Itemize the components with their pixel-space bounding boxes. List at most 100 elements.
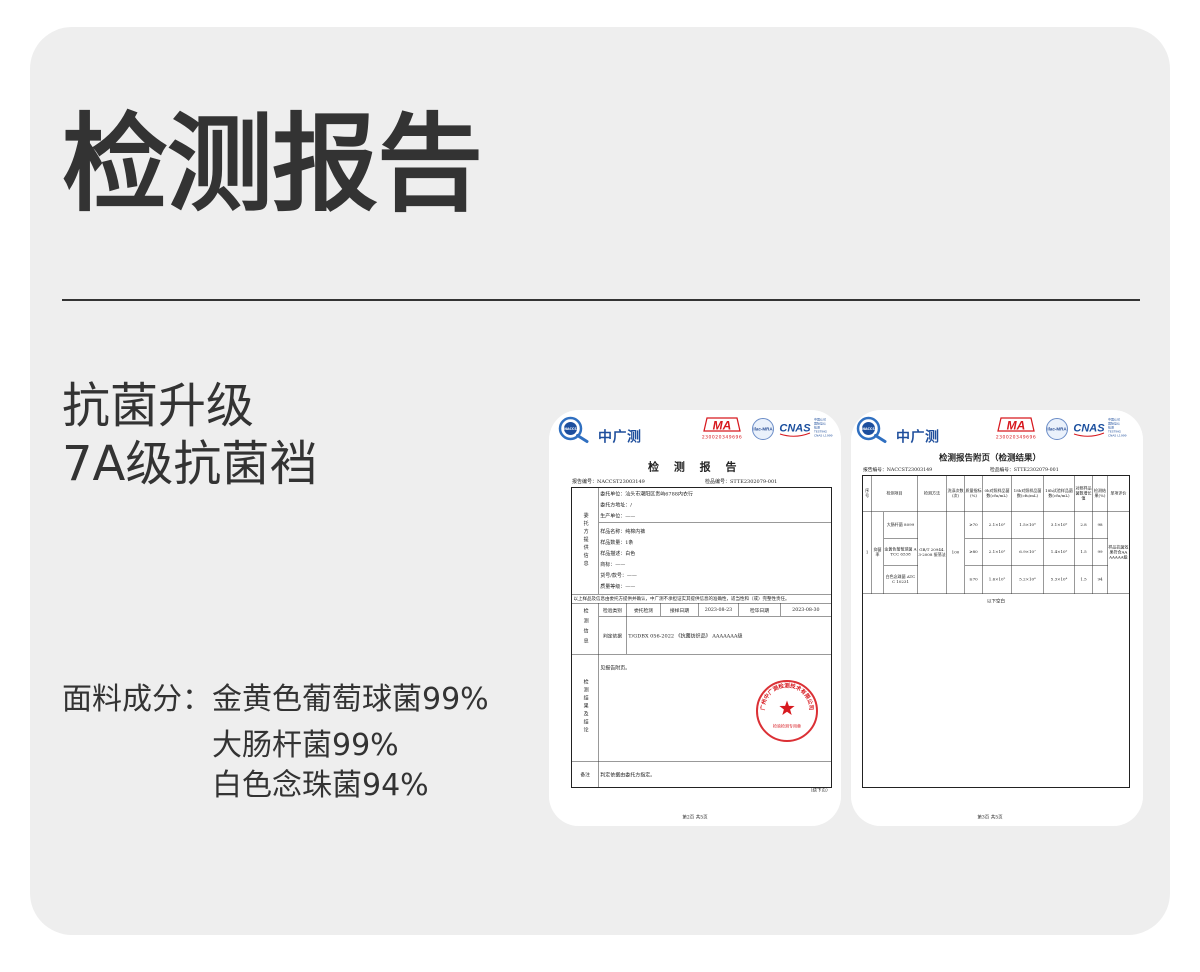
- sample-field: 样品描述：白色: [600, 551, 636, 557]
- test-field: 2023-08-30: [780, 603, 832, 617]
- ma-certification-icon: MA: [997, 417, 1035, 433]
- organism-cell: 白色念珠菌 ATCC 10231: [883, 565, 918, 594]
- report-title: 检 测 报 告: [648, 460, 742, 474]
- table-row: 金黄色葡萄球菌 ATCC 6538 ≥80 2.1×10⁵ 6.9×10⁷ 1.…: [863, 538, 1130, 566]
- evaluation-cell: 样品抗菌效果符合AAAAAAA级: [1107, 511, 1130, 594]
- control-0h-cell: 2.1×10⁵: [982, 511, 1012, 539]
- headline-line-2: 7A级抗菌裆: [62, 436, 318, 492]
- composition-item: 白色念珠菌94%: [212, 768, 429, 803]
- control-18h-cell: 6.9×10⁷: [1011, 538, 1044, 566]
- sample-field: 样品数量：1条: [600, 540, 634, 546]
- serial-cell: 1: [862, 511, 872, 594]
- sample-18h-cell: 5.3×10⁴: [1043, 565, 1075, 594]
- column-header: 18h对照样品菌数(cfu/mL): [1011, 475, 1044, 512]
- result-cell: 94: [1092, 565, 1108, 594]
- client-field: 委托单位：汕头市潮阳区贵屿6788内衣行: [600, 491, 693, 498]
- blank-note: 以下空白: [862, 593, 1130, 788]
- standard-cell: ≥70: [964, 511, 983, 539]
- sample-number: 检品编号：STTE2302079-001: [705, 479, 778, 485]
- basis-value: T/GDBX 056-2022 《抗菌纺织品》 AAAAAAA级: [626, 616, 832, 655]
- svg-text:ilac-MRA: ilac-MRA: [1047, 427, 1067, 432]
- control-0h-cell: 1.6×10⁵: [982, 565, 1012, 594]
- results-table: 序号 检测项目 检测方法 洗涤次数(次) 质量指标(%) 0h对照样品菌数(cf…: [862, 475, 1130, 788]
- standard-cell: ≥80: [964, 538, 983, 566]
- growth-cell: 1.5: [1074, 538, 1093, 566]
- column-header: 洗涤次数(次): [946, 475, 965, 512]
- cnas-caption: 中国认可 国际互认 检测 TESTING CNAS L1999: [814, 418, 833, 438]
- table-row: 1 抑菌率 大肠杆菌 8099 GB/T 20944.3-2008 振荡法 10…: [862, 511, 1130, 594]
- svg-text:NACCS: NACCS: [862, 427, 875, 431]
- sample-field: 商标：——: [600, 562, 626, 568]
- sample-18h-cell: 3.1×10⁶: [1043, 511, 1075, 539]
- sample-field: 质量等级：——: [600, 584, 636, 590]
- report-number: 报告编号：NACCST23003149: [863, 467, 933, 473]
- ma-number: 230020349696: [995, 435, 1037, 440]
- basis-label: 判定依据: [598, 616, 627, 655]
- composition-label: 面料成分：: [62, 682, 212, 717]
- ilac-mra-icon: ilac-MRA: [1046, 418, 1068, 440]
- title-divider: [62, 299, 1140, 301]
- svg-text:MA: MA: [713, 419, 732, 433]
- disclaimer-note: 以上样品及信息由委托方提供并确认，中广测不承担证实其提供信息的准确性，适当性和（…: [571, 594, 832, 604]
- svg-text:检验检测专用章: 检验检测专用章: [773, 723, 801, 729]
- table-header-row: 序号 检测项目 检测方法 洗涤次数(次) 质量指标(%) 0h对照样品菌数(cf…: [862, 475, 1130, 512]
- test-info-label: 检测信息: [571, 603, 599, 655]
- column-header: 0h对照样品菌数(cfu/mL): [982, 475, 1012, 512]
- sample-field: 样品名称：纯棉内裤: [600, 529, 646, 535]
- control-0h-cell: 2.1×10⁵: [982, 538, 1012, 566]
- test-field: 接样日期: [660, 603, 699, 617]
- test-field: 检毕日期: [738, 603, 781, 617]
- sample-field: 货号/款号：——: [600, 573, 637, 579]
- ma-number: 230020349696: [701, 435, 743, 440]
- growth-cell: 2.8: [1074, 511, 1093, 539]
- continued-label: （续下页）: [808, 788, 831, 793]
- remark-text: 判定依据由委托方指定。: [598, 761, 832, 788]
- result-cell: 98: [1092, 511, 1108, 539]
- column-header: 检测结果(%): [1092, 475, 1108, 512]
- svg-text:CNAS: CNAS: [779, 423, 811, 435]
- sample-number: 检品编号：STTE2302079-001: [990, 467, 1059, 473]
- test-field: 检验类别: [598, 603, 627, 617]
- column-header: 检测方法: [917, 475, 947, 512]
- headline-line-1: 抗菌升级: [62, 378, 255, 434]
- control-18h-cell: 1.5×10⁸: [1011, 511, 1044, 539]
- column-header: 单项评价: [1107, 475, 1130, 512]
- composition-item: 金黄色葡萄球菌99%: [212, 682, 489, 717]
- ma-certification-icon: MA: [703, 417, 741, 433]
- method-cell: GB/T 20944.3-2008 振荡法: [917, 511, 947, 594]
- brand-name: 中广测: [598, 428, 642, 445]
- result-section-label: 检测结果及结论: [571, 654, 599, 762]
- svg-text:ilac-MRA: ilac-MRA: [753, 427, 773, 432]
- growth-cell: 1.5: [1074, 565, 1093, 594]
- washes-cell: 100: [946, 511, 965, 594]
- cnas-icon: CNAS: [779, 423, 811, 437]
- column-header: 质量指标(%): [964, 475, 983, 512]
- control-18h-cell: 5.2×10⁶: [1011, 565, 1044, 594]
- ilac-mra-icon: ilac-MRA: [752, 418, 774, 440]
- organism-cell: 大肠杆菌 8099: [883, 511, 918, 539]
- client-field: 委托方地址：/: [600, 502, 632, 509]
- brand-name: 中广测: [896, 428, 940, 445]
- page-title: 检测报告: [62, 103, 483, 226]
- test-field: 委托检测: [626, 603, 661, 617]
- cnas-icon: CNAS: [1073, 423, 1105, 437]
- official-seal-icon: 广州中广测检测技术有限公司 检验检测专用章: [756, 680, 818, 742]
- column-header: 序号: [862, 475, 872, 512]
- page-number: 第2页 共5页: [682, 815, 708, 820]
- test-report-annex-page: NACCS 中广测 MA 230020349696 ilac-MRA CNAS …: [851, 410, 1143, 826]
- column-header: 对照样品菌数增长值: [1074, 475, 1093, 512]
- report-number: 报告编号：NACCST23003149: [572, 479, 645, 485]
- composition-item: 大肠杆菌99%: [212, 728, 399, 763]
- sample-18h-cell: 1.4×10⁵: [1043, 538, 1075, 566]
- column-header: 18h试验样品菌数(cfu/mL): [1043, 475, 1075, 512]
- testing-agency-logo-icon: NACCS: [856, 416, 887, 443]
- annex-title: 检测报告附页（检测结果）: [939, 453, 1041, 463]
- test-report-page: NACCS 中广测 MA 230020349696 ilac-MRA CNAS …: [549, 410, 841, 826]
- svg-text:NACCS: NACCS: [564, 427, 577, 431]
- svg-text:CNAS: CNAS: [1073, 423, 1105, 435]
- sample-info-group: 样品名称：纯棉内裤 样品数量：1条 样品描述：白色 商标：—— 货号/款号：——…: [598, 522, 832, 595]
- remark-label: 备注: [571, 761, 599, 788]
- svg-text:MA: MA: [1007, 419, 1026, 433]
- column-header: 检测项目: [871, 475, 918, 512]
- testing-agency-logo-icon: NACCS: [558, 416, 589, 443]
